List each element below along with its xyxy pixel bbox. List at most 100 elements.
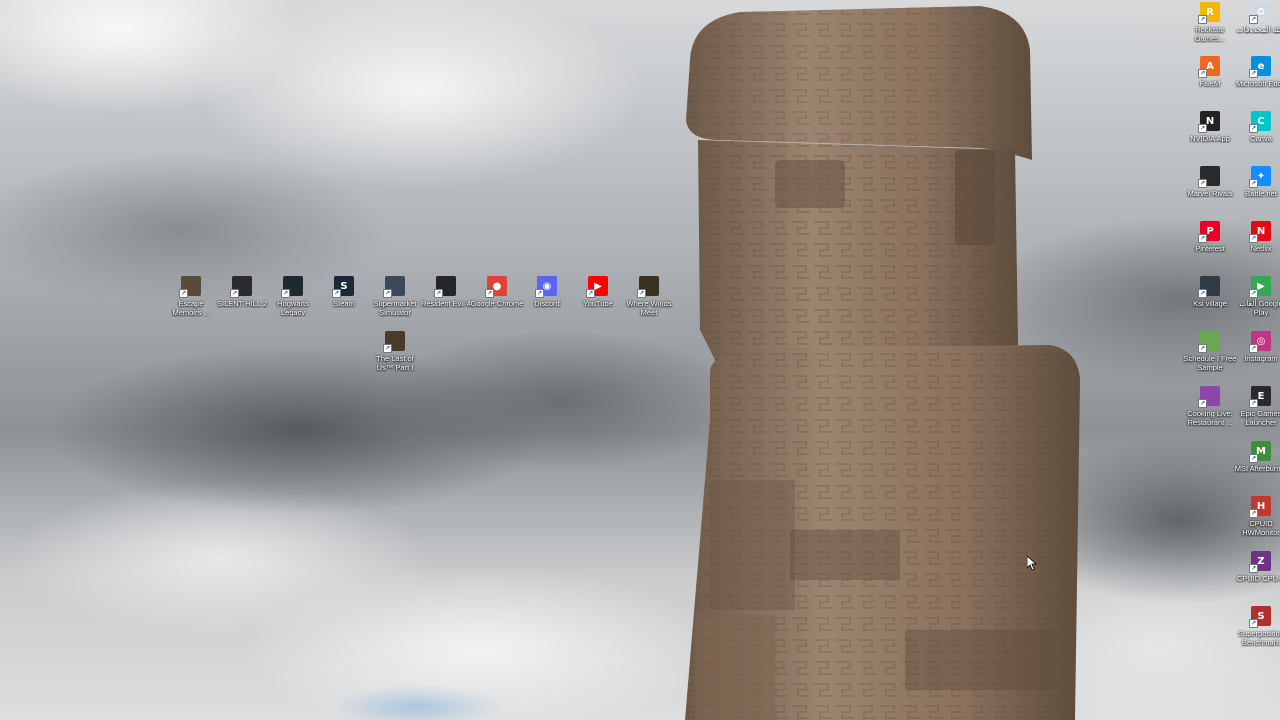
desktop-shortcut[interactable]: ✦ ↗ Battle.net <box>1234 166 1280 198</box>
desktop-icon-label: CPUID HWMonitor <box>1242 519 1280 537</box>
pinterest-icon: P ↗ <box>1198 221 1220 243</box>
desktop-shortcut[interactable]: ● ↗ Google Chrome <box>470 276 524 308</box>
desktop-shortcut[interactable]: R ↗ Rockstar Games... <box>1183 2 1237 43</box>
game-thumbnail-icon: ↗ <box>383 331 405 353</box>
desktop-shortcut[interactable]: ↗ Resident Evil 4 <box>419 276 473 308</box>
shortcut-arrow-icon: ↗ <box>1249 399 1258 408</box>
edge-icon: e ↗ <box>1249 56 1271 78</box>
desktop-shortcut[interactable]: ↗ The Last of Us™ Part I <box>368 331 422 372</box>
desktop-shortcut[interactable]: E ↗ Epic Games Launcher <box>1234 386 1280 427</box>
shortcut-arrow-icon: ↗ <box>1249 234 1258 243</box>
desktop-shortcut[interactable]: Z↗CPUID CPU-Z <box>1234 551 1280 583</box>
shortcut-arrow-icon: ↗ <box>1249 179 1258 188</box>
desktop-shortcut[interactable]: ↗ Hogwarts Legacy <box>266 276 320 317</box>
desktop-shortcut[interactable]: ◉ ↗ Discord <box>520 276 574 308</box>
desktop-icon-label: Schedule I Free Sample <box>1183 354 1237 372</box>
desktop-shortcut[interactable]: ↗ Where Winds Meet <box>622 276 676 317</box>
desktop-icon-label: MSI Afterburner <box>1234 464 1280 473</box>
desktop-shortcut[interactable]: C ↗ Canva <box>1234 111 1280 143</box>
desktop-shortcut[interactable]: ↗ Cooking Live: Restaurant ... <box>1183 386 1237 427</box>
shortcut-arrow-icon: ↗ <box>179 289 188 298</box>
desktop-shortcut[interactable]: S ↗ Steam <box>317 276 371 308</box>
shortcut-arrow-icon: ↗ <box>230 289 239 298</box>
nvidia-icon: N ↗ <box>1198 111 1220 133</box>
desktop-icon-label: The Last of Us™ Part I <box>376 354 414 372</box>
shortcut-arrow-icon: ↗ <box>1198 124 1207 133</box>
rockstar-icon: R ↗ <box>1198 2 1220 24</box>
canva-icon: C ↗ <box>1249 111 1271 133</box>
game-thumbnail-icon: ↗ <box>281 276 303 298</box>
google-play-icon: ▶ ↗ <box>1249 276 1271 298</box>
game-thumbnail-icon: ↗ <box>1198 331 1220 353</box>
shortcut-arrow-icon: ↗ <box>1249 69 1258 78</box>
desktop-shortcut[interactable]: ▶ ↗ YouTube <box>571 276 625 308</box>
shortcut-arrow-icon: ↗ <box>1249 619 1258 628</box>
desktop-icon-label: Hogwarts Legacy <box>277 299 309 317</box>
desktop-icon-label: SILENT HILL 2 <box>216 299 268 308</box>
desktop-icon-label: CPUID CPU-Z <box>1236 574 1280 583</box>
desktop-shortcut[interactable]: N ↗ NVIDIA App <box>1183 111 1237 143</box>
game-thumbnail-icon: ↗ <box>434 276 456 298</box>
msi-afterburner-icon: M ↗ <box>1249 441 1271 463</box>
cpuz-icon: Z ↗ <box>1249 551 1271 573</box>
desktop-shortcut[interactable]: ♻↗سلة المحذوفات <box>1234 2 1280 34</box>
game-thumbnail-icon: ↗ <box>637 276 659 298</box>
shortcut-arrow-icon: ↗ <box>1249 289 1258 298</box>
desktop-shortcut[interactable]: ↗ Schedule I Free Sample <box>1183 331 1237 372</box>
shortcut-arrow-icon: ↗ <box>1249 454 1258 463</box>
game-thumbnail-icon: ↗ <box>1198 166 1220 188</box>
game-thumbnail-icon: ↗ <box>1198 386 1220 408</box>
shortcut-arrow-icon: ↗ <box>1198 15 1207 24</box>
shortcut-arrow-icon: ↗ <box>1198 179 1207 188</box>
desktop-shortcut[interactable]: ↗ Marvel Rivals <box>1183 166 1237 198</box>
desktop-icon-label: Instagram <box>1244 354 1278 363</box>
desktop-shortcut[interactable]: ↗ Supermarket Simulator <box>368 276 422 317</box>
desktop-shortcut[interactable]: ↗ Ksi village <box>1183 276 1237 308</box>
desktop-shortcut[interactable]: M↗MSI Afterburner <box>1234 441 1280 473</box>
shortcut-arrow-icon: ↗ <box>1249 15 1258 24</box>
shortcut-arrow-icon: ↗ <box>1198 69 1207 78</box>
desktop-shortcut[interactable]: ▶↗ألعاب Google Play <box>1234 276 1280 317</box>
shortcut-arrow-icon: ↗ <box>383 289 392 298</box>
desktop-icon-label: Marvel Rivals <box>1187 189 1233 198</box>
discord-icon: ◉ ↗ <box>535 276 557 298</box>
desktop-icon-label: Battle.net <box>1245 189 1277 198</box>
desktop-icon-label: Netflix <box>1250 244 1272 253</box>
desktop-wallpaper <box>0 0 1280 720</box>
desktop-icon-label: Supermarket Simulator <box>373 299 417 317</box>
desktop-shortcut[interactable]: ↗ Escape Memoirs ... <box>164 276 218 317</box>
desktop-shortcut[interactable]: S ↗ Superposition Benchmark <box>1234 606 1280 647</box>
shortcut-arrow-icon: ↗ <box>1198 399 1207 408</box>
stone-monolith-image <box>685 6 1080 720</box>
desktop-icon-label: Discord <box>534 299 560 308</box>
shortcut-arrow-icon: ↗ <box>1249 564 1258 573</box>
shortcut-arrow-icon: ↗ <box>383 344 392 353</box>
desktop-icon-label: Canva <box>1250 134 1272 143</box>
desktop-icon-label: Epic Games Launcher <box>1240 409 1280 427</box>
shortcut-arrow-icon: ↗ <box>637 289 646 298</box>
game-thumbnail-icon: ↗ <box>230 276 252 298</box>
shortcut-arrow-icon: ↗ <box>535 289 544 298</box>
superposition-icon: S ↗ <box>1249 606 1271 628</box>
instagram-icon: ◎ ↗ <box>1249 331 1271 353</box>
desktop-shortcut[interactable]: ◎ ↗ Instagram <box>1234 331 1280 363</box>
mouse-cursor-icon <box>1027 556 1037 570</box>
shortcut-arrow-icon: ↗ <box>1198 344 1207 353</box>
youtube-icon: ▶ ↗ <box>586 276 608 298</box>
recycle-bin-icon: ♻ ↗ <box>1249 2 1271 24</box>
desktop-icon-label: Google Chrome <box>470 299 524 308</box>
desktop-icon-label: Rockstar Games... <box>1194 25 1226 43</box>
desktop-shortcut[interactable]: H ↗ CPUID HWMonitor <box>1234 496 1280 537</box>
desktop-icon-label: NVIDIA App <box>1190 134 1230 143</box>
fivem-icon: A ↗ <box>1198 56 1220 78</box>
desktop-shortcut[interactable]: P ↗ Pinterest <box>1183 221 1237 253</box>
shortcut-arrow-icon: ↗ <box>1198 234 1207 243</box>
desktop-icon-label: Ksi village <box>1193 299 1227 308</box>
shortcut-arrow-icon: ↗ <box>485 289 494 298</box>
shortcut-arrow-icon: ↗ <box>586 289 595 298</box>
desktop-shortcut[interactable]: N ↗ Netflix <box>1234 221 1280 253</box>
game-thumbnail-icon: ↗ <box>383 276 405 298</box>
desktop-shortcut[interactable]: e↗Microsoft Edge <box>1234 56 1280 88</box>
desktop-shortcut[interactable]: A ↗ FiveM <box>1183 56 1237 88</box>
desktop-shortcut[interactable]: ↗ SILENT HILL 2 <box>215 276 269 308</box>
